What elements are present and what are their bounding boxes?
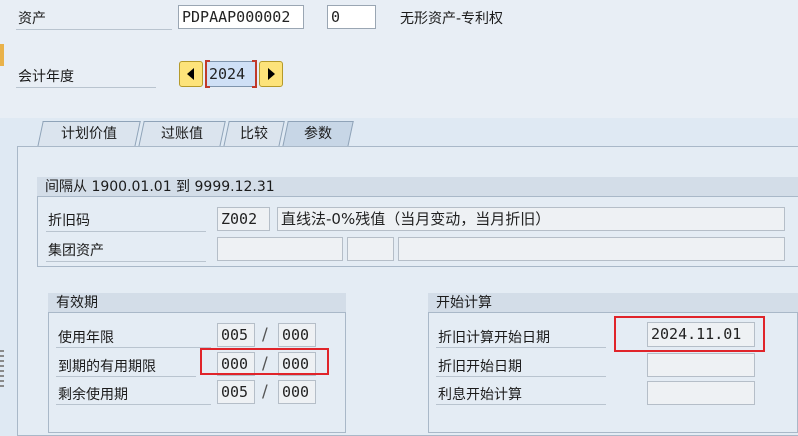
dep-start-highlight bbox=[614, 316, 765, 352]
fiscal-year-bracket-left bbox=[205, 60, 210, 88]
ord-dep-start-underline bbox=[436, 376, 606, 377]
expired-life-highlight bbox=[200, 348, 329, 375]
group-asset-underline bbox=[46, 261, 206, 262]
dep-start-label: 折旧计算开始日期 bbox=[438, 330, 550, 346]
interest-start-field[interactable] bbox=[647, 381, 755, 405]
expired-life-underline bbox=[56, 376, 196, 377]
tab-parameters[interactable]: 参数 bbox=[282, 121, 354, 147]
header-area bbox=[0, 0, 798, 118]
dep-key-field[interactable]: Z002 bbox=[217, 207, 270, 231]
expired-life-label: 到期的有用期限 bbox=[58, 359, 156, 375]
group-asset-subnumber-field[interactable] bbox=[347, 237, 394, 261]
group-asset-label: 集团资产 bbox=[48, 243, 104, 259]
tab-planned-values[interactable]: 计划价值 bbox=[37, 121, 141, 147]
ord-dep-start-field[interactable] bbox=[647, 353, 755, 377]
asset-description: 无形资产-专利权 bbox=[400, 11, 504, 27]
tab-comparison[interactable]: 比较 bbox=[223, 121, 285, 147]
interest-start-label: 利息开始计算 bbox=[438, 387, 522, 403]
left-edge-marker bbox=[0, 44, 4, 66]
dep-key-underline bbox=[46, 231, 206, 232]
useful-life-periods-field[interactable]: 000 bbox=[278, 323, 316, 347]
remaining-life-label: 剩余使用期 bbox=[58, 387, 128, 403]
group-asset-description bbox=[398, 237, 785, 261]
group-asset-field[interactable] bbox=[217, 237, 343, 261]
fiscal-year-underline bbox=[16, 87, 156, 88]
useful-life-separator: / bbox=[262, 325, 268, 345]
next-year-button[interactable] bbox=[259, 61, 283, 87]
triangle-right-icon bbox=[268, 68, 275, 80]
dep-start-underline bbox=[436, 347, 606, 348]
asset-label-underline bbox=[16, 29, 172, 30]
fiscal-year-field[interactable]: 2024 bbox=[205, 61, 257, 87]
useful-life-underline bbox=[56, 347, 211, 348]
tab-posted-values[interactable]: 过账值 bbox=[138, 121, 226, 147]
asset-label: 资产 bbox=[18, 11, 46, 27]
tab-label: 计划价值 bbox=[61, 126, 117, 142]
asset-number-field[interactable]: PDPAAP000002 bbox=[178, 5, 304, 29]
interval-title: 间隔从 1900.01.01 到 9999.12.31 bbox=[37, 177, 798, 197]
fiscal-year-bracket-right bbox=[252, 60, 257, 88]
fiscal-year-label: 会计年度 bbox=[18, 69, 74, 85]
dep-key-description: 直线法-0%残值（当月变动，当月折旧） bbox=[277, 207, 785, 231]
remaining-years-field[interactable]: 005 bbox=[217, 380, 255, 404]
asset-subnumber-field[interactable]: 0 bbox=[327, 5, 376, 29]
triangle-left-icon bbox=[187, 68, 194, 80]
remaining-life-separator: / bbox=[262, 382, 268, 402]
tab-label: 参数 bbox=[304, 126, 332, 142]
useful-life-years-field[interactable]: 005 bbox=[217, 323, 255, 347]
useful-life-label: 使用年限 bbox=[58, 330, 114, 346]
validity-title: 有效期 bbox=[48, 293, 346, 313]
tab-label: 过账值 bbox=[161, 126, 203, 142]
dep-key-label: 折旧码 bbox=[48, 213, 90, 229]
remaining-life-underline bbox=[56, 404, 211, 405]
left-edge-marker bbox=[0, 350, 4, 390]
tab-label: 比较 bbox=[240, 126, 268, 142]
start-title: 开始计算 bbox=[428, 293, 798, 313]
previous-year-button[interactable] bbox=[179, 61, 203, 87]
ord-dep-start-label: 折旧开始日期 bbox=[438, 359, 522, 375]
remaining-periods-field[interactable]: 000 bbox=[278, 380, 316, 404]
interest-start-underline bbox=[436, 404, 606, 405]
